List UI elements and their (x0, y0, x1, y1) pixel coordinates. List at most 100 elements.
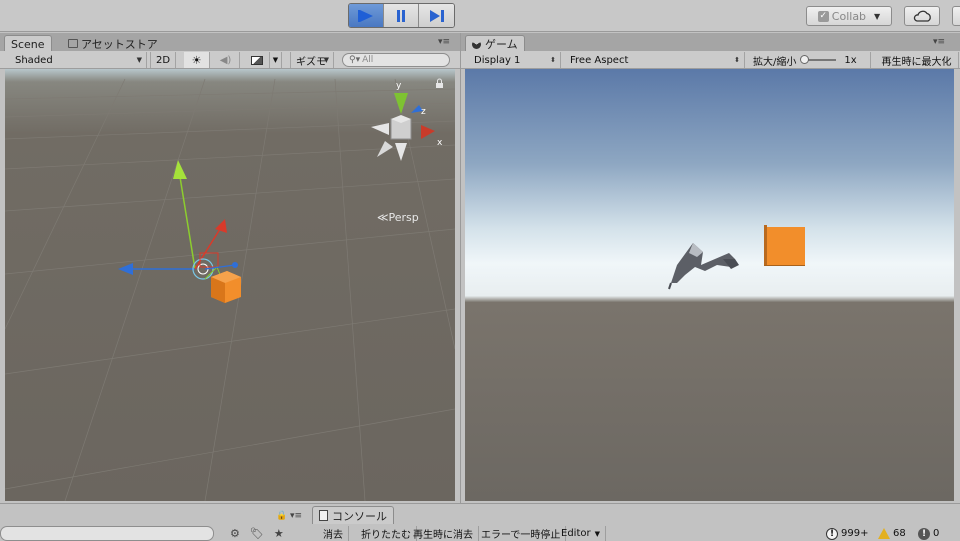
chevron-updown-icon: ⬍ (734, 56, 740, 64)
clear-on-play-button[interactable]: 再生時に消去 (408, 526, 479, 541)
persp-label[interactable]: ≪Persp (377, 211, 419, 224)
editor-dropdown[interactable]: Editor ▼ (556, 526, 606, 541)
game-panel: ゲーム ▾≡ Display 1 ⬍ Free Aspect ⬍ 拡大/縮小 1x … (460, 33, 960, 503)
warning-icon (878, 528, 890, 539)
scene-tabbar: Scene アセットストア ▾≡ (0, 33, 460, 52)
cloud-button[interactable] (904, 6, 940, 26)
chevron-down-icon: ▼ (874, 11, 881, 21)
chevron-down-icon: ▼ (594, 529, 600, 538)
scale-value: 1x (844, 54, 857, 66)
scene-search-input[interactable]: ⚲▾ All (342, 53, 450, 67)
error-count-toggle[interactable]: ! 0 (918, 526, 939, 541)
project-search-input[interactable] (0, 526, 214, 541)
game-sky (465, 69, 954, 501)
tab-game[interactable]: ゲーム (465, 35, 525, 52)
panel-menu-icon[interactable]: ▾≡ (933, 37, 945, 47)
account-button[interactable] (952, 6, 960, 26)
playback-controls (348, 3, 455, 28)
maximize-label: 再生時に最大化 (881, 56, 952, 68)
maximize-on-play-button[interactable]: 再生時に最大化 (875, 52, 959, 68)
sun-icon: ☀ (191, 53, 202, 67)
pause-icon (397, 9, 405, 22)
tab-console[interactable]: コンソール (312, 506, 394, 524)
scale-control: 拡大/縮小 1x (749, 52, 871, 68)
scene-control-bar: Shaded ▼ 2D ☀ ◀) ▼ ギズモ ▼ ⚲▾ All (0, 51, 460, 69)
persp-arrow-icon: ≪ (377, 211, 389, 224)
2d-label: 2D (155, 54, 171, 66)
cloud-icon (913, 10, 931, 22)
clear-on-play-label: 再生時に消去 (413, 530, 473, 541)
warning-count-toggle[interactable]: 68 (878, 526, 906, 541)
display-label: Display 1 (474, 54, 521, 66)
aspect-dropdown[interactable]: Free Aspect ⬍ (565, 52, 745, 68)
filter-type-icon[interactable]: ⚙ (230, 527, 240, 540)
collab-button[interactable]: ✓ Collab ▼ (806, 6, 892, 26)
game-tab-label: ゲーム (485, 38, 518, 51)
persp-text: Persp (389, 211, 419, 224)
scene-canvas: y z x ≪Persp (5, 69, 455, 501)
warning-count: 68 (893, 528, 906, 539)
search-icon: ⚲▾ (349, 55, 361, 65)
pacman-icon (472, 39, 481, 49)
error-icon: ! (918, 527, 930, 540)
scene-panel: Scene アセットストア ▾≡ Shaded ▼ 2D ☀ ◀) ▼ ギズモ ▼ (0, 33, 460, 503)
error-count: 0 (933, 528, 940, 539)
console-icon (319, 510, 328, 521)
axis-x-label: x (437, 138, 443, 148)
game-viewport[interactable] (465, 69, 954, 501)
scene-tab-label: Scene (11, 37, 45, 51)
speaker-icon: ◀) (219, 54, 232, 66)
panel-menu-icon[interactable]: ▾≡ (290, 511, 302, 521)
pause-button[interactable] (384, 4, 419, 27)
shading-mode-label: Shaded (15, 54, 53, 66)
favorite-star-icon[interactable]: ★ (274, 527, 284, 540)
play-button[interactable] (349, 4, 384, 27)
error-pause-button[interactable]: エラーで一時停止 (476, 526, 567, 541)
lock-icon[interactable]: 🔒 (276, 511, 287, 521)
play-icon (358, 9, 373, 22)
effects-dropdown-button[interactable]: ▼ (270, 52, 282, 68)
chevron-updown-icon: ⬍ (550, 56, 556, 64)
check-icon: ✓ (817, 10, 829, 22)
step-button[interactable] (419, 4, 454, 27)
game-tabbar: ゲーム ▾≡ (461, 33, 960, 52)
scale-slider-thumb[interactable] (800, 55, 810, 64)
search-placeholder: All (362, 55, 374, 65)
tab-asset-store[interactable]: アセットストア (62, 35, 164, 52)
display-dropdown[interactable]: Display 1 ⬍ (469, 52, 561, 68)
info-icon: ! (826, 527, 838, 540)
scale-slider[interactable] (800, 55, 837, 64)
tab-scene[interactable]: Scene (4, 35, 52, 52)
filter-label-icon[interactable]: 🏷 (250, 527, 264, 540)
error-pause-label: エラーで一時停止 (481, 530, 561, 541)
game-orange-cube (764, 225, 805, 266)
game-control-bar: Display 1 ⬍ Free Aspect ⬍ 拡大/縮小 1x 再生時に最大化 (461, 51, 960, 69)
lighting-toggle-button[interactable]: ☀ (184, 52, 210, 68)
effects-toggle-button[interactable] (244, 52, 270, 68)
2d-toggle-button[interactable]: 2D (150, 52, 176, 68)
audio-toggle-button[interactable]: ◀) (212, 52, 240, 68)
orange-cube[interactable] (211, 271, 241, 303)
gizmos-dropdown[interactable]: ギズモ ▼ (290, 52, 334, 68)
editor-label: Editor (561, 528, 591, 539)
axis-z-label: z (421, 107, 426, 117)
main-toolbar: ✓ Collab ▼ (0, 0, 960, 32)
scale-label: 拡大/縮小 (753, 56, 797, 68)
chevron-down-icon: ▼ (272, 56, 279, 64)
gizmos-label: ギズモ (296, 56, 326, 68)
info-count-toggle[interactable]: ! 999+ (826, 526, 868, 541)
console-panel: ⚙ 🏷 ★ 🔒 ▾≡ コンソール 消去 折りたたむ 再生時に消去 エラーで一時停… (0, 503, 960, 541)
project-toolbar-icons: ⚙ 🏷 ★ (230, 527, 284, 540)
collapse-label: 折りたたむ (361, 530, 411, 541)
console-tab-label: コンソール (332, 509, 387, 523)
panel-menu-icon[interactable]: ▾≡ (438, 37, 450, 47)
aspect-label: Free Aspect (570, 54, 629, 66)
step-icon (429, 9, 444, 22)
game-canvas (465, 69, 954, 501)
axis-y-label: y (396, 81, 402, 91)
clear-button[interactable]: 消去 (318, 526, 349, 541)
store-icon (68, 39, 78, 48)
shading-mode-dropdown[interactable]: Shaded ▼ (10, 52, 147, 68)
asset-store-tab-label: アセットストア (81, 37, 158, 51)
scene-viewport[interactable]: y z x ≪Persp (5, 69, 455, 501)
